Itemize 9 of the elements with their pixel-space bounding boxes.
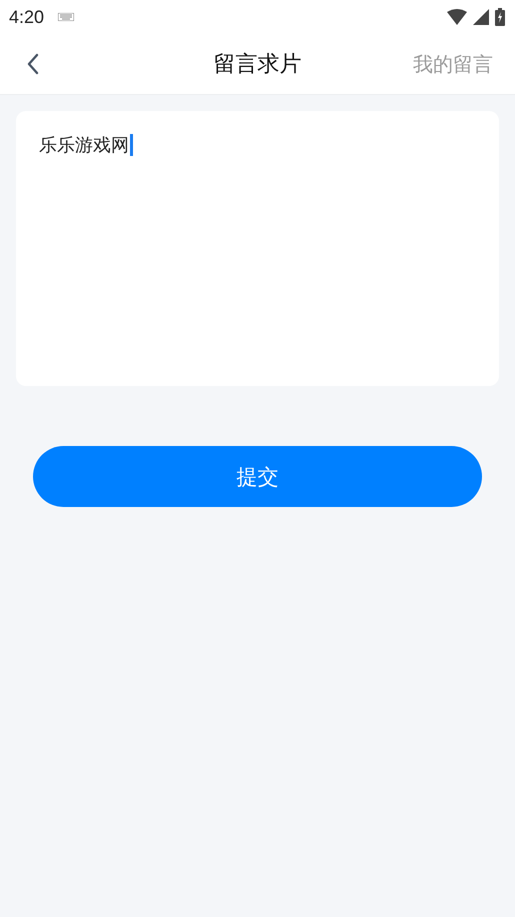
keyboard-icon <box>58 13 74 21</box>
wifi-icon <box>447 9 467 25</box>
page-title: 留言求片 <box>214 51 302 79</box>
status-time: 4:20 <box>9 6 44 28</box>
my-messages-link[interactable]: 我的留言 <box>413 50 493 78</box>
submit-button[interactable]: 提交 <box>33 446 482 507</box>
signal-icon <box>473 9 489 25</box>
message-field[interactable]: 乐乐游戏网 <box>39 133 133 157</box>
battery-icon <box>495 8 505 26</box>
